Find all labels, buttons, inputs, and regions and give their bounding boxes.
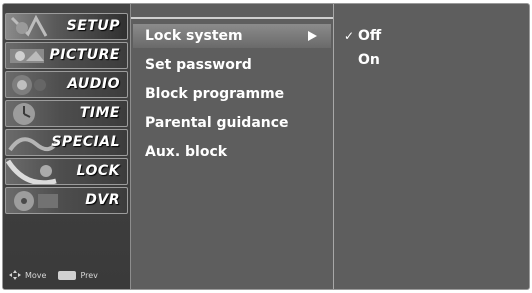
category-time[interactable]: TIME: [5, 100, 128, 127]
osd-window: SETUP PICTURE AUDIO TIME SPECIAL LOCK DV…: [2, 3, 530, 290]
menu-top-divider: [131, 17, 333, 19]
menu-item-label: Aux. block: [145, 144, 228, 160]
menu-item-parental-guidance[interactable]: Parental guidance: [133, 111, 331, 135]
lock-menu: Lock system Set password Block programme…: [131, 4, 334, 289]
move-hint-label: Move: [25, 270, 47, 280]
category-label: SPECIAL: [51, 134, 120, 150]
submenu-arrow-icon: [308, 31, 317, 41]
menu-item-aux-block[interactable]: Aux. block: [133, 140, 331, 164]
menu-key-icon: [58, 270, 77, 280]
category-special[interactable]: SPECIAL: [5, 129, 128, 156]
category-label: TIME: [79, 105, 120, 121]
menu-item-label: Parental guidance: [145, 115, 289, 131]
menu-item-label: Block programme: [145, 86, 285, 102]
category-audio[interactable]: AUDIO: [5, 71, 128, 98]
option-label: On: [358, 52, 380, 68]
category-label: LOCK: [76, 163, 120, 179]
category-sidebar: SETUP PICTURE AUDIO TIME SPECIAL LOCK DV…: [3, 4, 131, 289]
category-setup[interactable]: SETUP: [5, 13, 128, 40]
lock-system-options: ✓ Off On: [334, 4, 529, 289]
navigation-hints: Move Prev: [9, 270, 98, 280]
checkmark-icon: ✓: [344, 29, 355, 43]
option-off[interactable]: ✓ Off: [342, 24, 522, 48]
category-label: PICTURE: [49, 47, 120, 63]
option-on[interactable]: On: [342, 48, 522, 72]
menu-item-block-programme[interactable]: Block programme: [133, 82, 331, 106]
category-dvr[interactable]: DVR: [5, 187, 128, 214]
option-label: Off: [358, 28, 382, 44]
menu-item-label: Set password: [145, 57, 252, 73]
move-arrows-icon: [9, 270, 21, 280]
menu-item-set-password[interactable]: Set password: [133, 53, 331, 77]
category-label: DVR: [85, 192, 120, 208]
menu-item-lock-system[interactable]: Lock system: [133, 24, 331, 48]
category-lock[interactable]: LOCK: [5, 158, 128, 185]
prev-hint-label: Prev: [80, 270, 98, 280]
menu-item-label: Lock system: [145, 28, 243, 44]
category-label: SETUP: [66, 18, 120, 34]
category-picture[interactable]: PICTURE: [5, 42, 128, 69]
category-label: AUDIO: [67, 76, 120, 92]
